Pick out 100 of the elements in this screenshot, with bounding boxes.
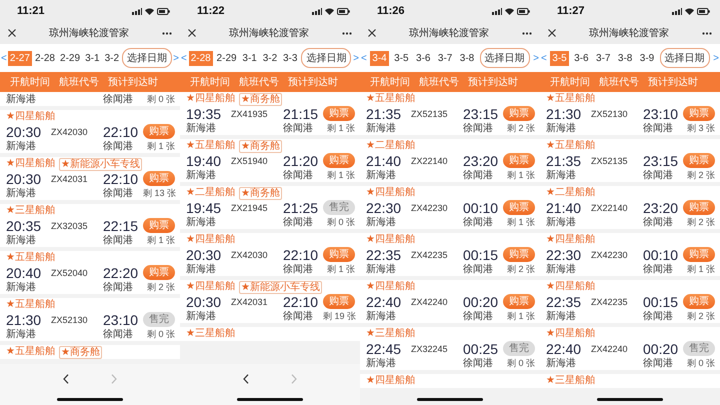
ship-class-label: ★五星船舶	[546, 140, 595, 152]
flight-card[interactable]: ★四星船舶 22:30 ZX42230 00:10 购票 新海港 徐闻港 剩 1 张	[360, 186, 540, 229]
home-indicator	[57, 398, 123, 401]
column-header: 开航时间	[550, 76, 590, 89]
tickets-left: 剩 3 张	[686, 122, 715, 135]
departure-time: 22:30	[546, 246, 582, 262]
select-date-button[interactable]: 选择日期	[122, 48, 172, 68]
flight-card[interactable]: ★五星船舶 21:35 ZX52135 23:15 购票 新海港 徐闻港 剩 2 张	[360, 92, 540, 135]
back-icon[interactable]	[63, 374, 69, 384]
flight-card[interactable]: ★二星船舶 ★商务舱 19:45 ZX21945 21:25 售完 新海港 徐闻港 剩 0 张	[180, 186, 360, 229]
date-tab[interactable]: 2-29	[214, 50, 239, 66]
tickets-left: 剩 2 张	[686, 169, 715, 182]
arrival-port: 徐闻港	[283, 264, 314, 276]
flight-card[interactable]: ★四星船舶 22:35 ZX42235 00:15 购票 新海港 徐闻港 剩 2 张	[540, 280, 720, 323]
more-icon[interactable]	[342, 32, 352, 34]
flight-code: ZX51940	[231, 156, 269, 166]
tickets-left: 剩 1 张	[326, 169, 355, 182]
more-icon[interactable]	[522, 32, 532, 34]
flight-card[interactable]: ★五星船舶 21:30 ZX52130 23:10 购票 新海港 徐闻港 剩 3 张	[540, 92, 720, 135]
tickets-left: 剩 1 张	[146, 234, 175, 247]
date-tab[interactable]: 3-1	[83, 50, 102, 66]
flight-code: ZX42240	[411, 296, 449, 306]
next-dates-arrow[interactable]: >	[353, 52, 359, 64]
flight-card[interactable]: ★四星船舶 ★商务舱 19:35 ZX41935 21:15 购票 新海港 徐闻港 剩 1 张	[180, 92, 360, 135]
next-dates-arrow[interactable]: >	[173, 52, 179, 64]
flight-code: ZX42031	[231, 296, 269, 306]
date-tab[interactable]: 3-8	[458, 50, 476, 66]
date-tab[interactable]: 3-9	[638, 50, 656, 66]
flight-code: ZX21945	[231, 202, 269, 212]
arrival-time: 00:15	[643, 294, 680, 310]
departure-time: 21:30	[6, 312, 42, 328]
flight-card[interactable]: ★二星船舶 21:40 ZX22140 23:20 购票 新海港 徐闻港 剩 1 张	[360, 139, 540, 182]
close-icon[interactable]	[548, 29, 556, 37]
arrival-time: 21:20	[283, 152, 320, 168]
flight-card[interactable]: ★四星船舶 22:35 ZX42235 00:15 购票 新海港 徐闻港 剩 2 张	[360, 233, 540, 276]
feature-tag: ★商务舱	[238, 92, 282, 106]
date-tab[interactable]: 2-28	[32, 50, 57, 66]
select-date-button[interactable]: 选择日期	[480, 48, 530, 68]
flight-card[interactable]: ★三星船舶 20:35 ZX32035 22:15 购票 新海港 徐闻港 剩 1 张	[0, 204, 180, 247]
flight-code: ZX32245	[411, 344, 449, 354]
arrival-port: 徐闻港	[463, 264, 494, 276]
flight-card[interactable]: ★四星船舶 22:30 ZX42230 00:10 购票 新海港 徐闻港 剩 1 张	[540, 233, 720, 276]
close-icon[interactable]	[8, 29, 16, 37]
departure-port: 新海港	[6, 234, 37, 246]
column-header: 航班代号	[599, 76, 639, 89]
arrival-port: 徐闻港	[283, 216, 314, 228]
flight-card[interactable]: ★四星船舶 22:40 ZX42240 00:20 售完 新海港 徐闻港 剩 0 张	[540, 327, 720, 370]
date-tab[interactable]: 3-3	[281, 50, 300, 66]
tickets-left: 剩 19 张	[323, 310, 355, 323]
flight-code: ZX42240	[591, 344, 629, 354]
flight-code: ZX22140	[591, 202, 629, 212]
next-dates-arrow[interactable]: >	[533, 52, 539, 64]
flight-card[interactable]: ★五星船舶 ★商务舱 19:40 ZX51940 21:20 购票 新海港 徐闻港 剩 1 张	[180, 139, 360, 182]
ship-class-label: ★四星船舶	[546, 328, 595, 340]
flight-card[interactable]: ★四星船舶 ★新能源小车专线 20:30 ZX42031 22:10 购票 新海港 徐闻港 剩 13 张	[0, 157, 180, 200]
flight-card[interactable]: ★四星船舶 ★新能源小车专线 20:30 ZX42031 22:10 购票 新海港 徐闻港 剩 19 张	[180, 280, 360, 323]
flight-card[interactable]: ★三星船舶 22:45 ZX32245 00:25 售完 新海港 徐闻港 剩 0 张	[360, 327, 540, 370]
select-date-button[interactable]: 选择日期	[301, 48, 352, 68]
departure-time: 19:45	[186, 200, 222, 216]
flight-card[interactable]: ★四星船舶 20:30 ZX42030 22:10 购票 新海港 徐闻港 剩 1 张	[0, 110, 180, 153]
date-tab[interactable]: 3-1	[240, 50, 259, 66]
departure-port: 新海港	[366, 170, 397, 182]
date-tab[interactable]: 3-2	[260, 50, 280, 66]
date-tab[interactable]: 3-6	[572, 50, 591, 66]
more-icon[interactable]	[162, 32, 172, 34]
arrival-time: 22:20	[103, 264, 140, 280]
more-icon[interactable]	[702, 32, 712, 34]
flight-card[interactable]: 新海港 徐闻港 剩 0 张	[0, 92, 180, 106]
flight-code: ZX42230	[411, 202, 449, 212]
select-date-button[interactable]: 选择日期	[660, 48, 710, 68]
flight-card[interactable]: ★五星船舶 20:40 ZX52040 22:20 购票 新海港 徐闻港 剩 2 张	[0, 251, 180, 294]
flight-code: ZX52135	[411, 108, 449, 118]
date-tab[interactable]: 3-8	[616, 50, 634, 66]
date-tab[interactable]: 3-7	[594, 50, 612, 66]
departure-port: 新海港	[366, 122, 397, 134]
back-icon[interactable]	[243, 374, 249, 384]
tickets-left: 剩 2 张	[506, 263, 535, 276]
date-tab[interactable]: 3-6	[414, 50, 432, 66]
arrival-port: 徐闻港	[103, 140, 134, 152]
departure-time: 19:40	[186, 152, 222, 168]
flight-card[interactable]: ★四星船舶 22:40 ZX42240 00:20 购票 新海港 徐闻港 剩 1 张	[360, 280, 540, 323]
tickets-left: 剩 1 张	[506, 216, 535, 229]
close-icon[interactable]	[368, 29, 376, 37]
date-tab[interactable]: 2-29	[58, 50, 82, 66]
date-tab[interactable]: 3-5	[392, 50, 411, 66]
date-tab[interactable]: 3-7	[436, 50, 454, 66]
battery-icon	[517, 8, 530, 14]
arrival-port: 徐闻港	[463, 122, 494, 134]
arrival-time: 22:10	[103, 170, 140, 186]
close-icon[interactable]	[188, 29, 196, 37]
arrival-time: 23:15	[643, 152, 680, 168]
flight-card[interactable]: ★五星船舶 21:35 ZX52135 23:15 购票 新海港 徐闻港 剩 2 张	[540, 139, 720, 182]
flight-card[interactable]: ★五星船舶 21:30 ZX52130 23:10 售完 新海港 徐闻港 剩 0 张	[0, 298, 180, 341]
departure-port: 新海港	[6, 328, 37, 340]
date-tab[interactable]: 3-2	[102, 50, 122, 66]
next-dates-arrow[interactable]: >	[713, 52, 719, 64]
flight-card[interactable]: ★二星船舶 21:40 ZX22140 23:20 购票 新海港 徐闻港 剩 2 张	[540, 186, 720, 229]
flight-code: ZX42230	[591, 250, 629, 260]
flight-card[interactable]: ★四星船舶 20:30 ZX42030 22:10 购票 新海港 徐闻港 剩 1 张	[180, 233, 360, 276]
arrival-port: 徐闻港	[643, 358, 674, 370]
